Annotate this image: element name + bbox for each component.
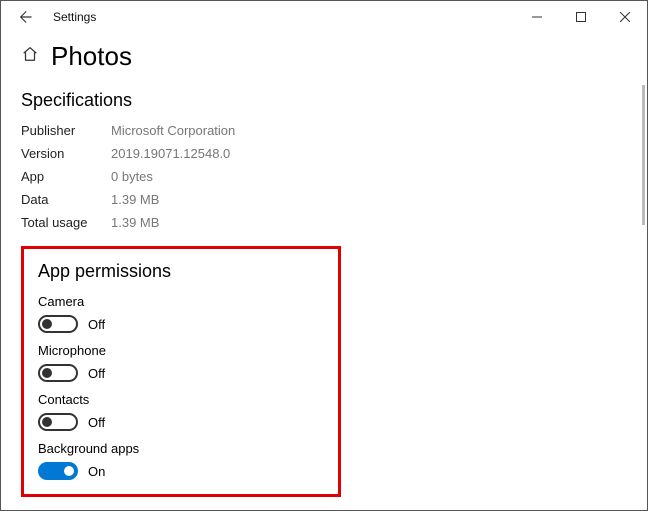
maximize-icon [576, 12, 586, 22]
close-icon [620, 12, 630, 22]
titlebar: Settings [1, 1, 647, 33]
minimize-button[interactable] [515, 2, 559, 32]
window-title: Settings [53, 10, 96, 24]
toggle-state: Off [88, 317, 105, 332]
spec-row: Total usage 1.39 MB [21, 215, 627, 230]
content-area: Photos Specifications Publisher Microsof… [1, 33, 647, 497]
specifications-heading: Specifications [21, 90, 627, 111]
permissions-heading: App permissions [38, 261, 324, 282]
spec-row: Version 2019.19071.12548.0 [21, 146, 627, 161]
toggle-microphone[interactable] [38, 364, 78, 382]
arrow-left-icon [18, 10, 32, 24]
permission-camera: Camera Off [38, 294, 324, 333]
page-header: Photos [21, 41, 627, 72]
toggle-state: On [88, 464, 105, 479]
toggle-camera[interactable] [38, 315, 78, 333]
toggle-state: Off [88, 415, 105, 430]
spec-label: Data [21, 192, 111, 207]
spec-value: 1.39 MB [111, 215, 159, 230]
spec-row: App 0 bytes [21, 169, 627, 184]
app-permissions-section: App permissions Camera Off Microphone Of… [21, 246, 341, 497]
permission-label: Contacts [38, 392, 324, 407]
permission-microphone: Microphone Off [38, 343, 324, 382]
home-icon[interactable] [21, 45, 39, 68]
page-title: Photos [51, 41, 132, 72]
spec-value: 2019.19071.12548.0 [111, 146, 230, 161]
spec-label: App [21, 169, 111, 184]
toggle-background-apps[interactable] [38, 462, 78, 480]
permission-label: Background apps [38, 441, 324, 456]
close-button[interactable] [603, 2, 647, 32]
spec-row: Publisher Microsoft Corporation [21, 123, 627, 138]
scrollbar[interactable] [642, 85, 645, 225]
spec-value: 0 bytes [111, 169, 153, 184]
spec-label: Publisher [21, 123, 111, 138]
permission-background-apps: Background apps On [38, 441, 324, 480]
permission-label: Camera [38, 294, 324, 309]
spec-value: 1.39 MB [111, 192, 159, 207]
permission-contacts: Contacts Off [38, 392, 324, 431]
spec-label: Total usage [21, 215, 111, 230]
back-button[interactable] [9, 1, 41, 33]
minimize-icon [532, 12, 542, 22]
toggle-contacts[interactable] [38, 413, 78, 431]
permission-label: Microphone [38, 343, 324, 358]
spec-value: Microsoft Corporation [111, 123, 235, 138]
spec-label: Version [21, 146, 111, 161]
spec-row: Data 1.39 MB [21, 192, 627, 207]
toggle-state: Off [88, 366, 105, 381]
window-controls [515, 2, 647, 32]
maximize-button[interactable] [559, 2, 603, 32]
